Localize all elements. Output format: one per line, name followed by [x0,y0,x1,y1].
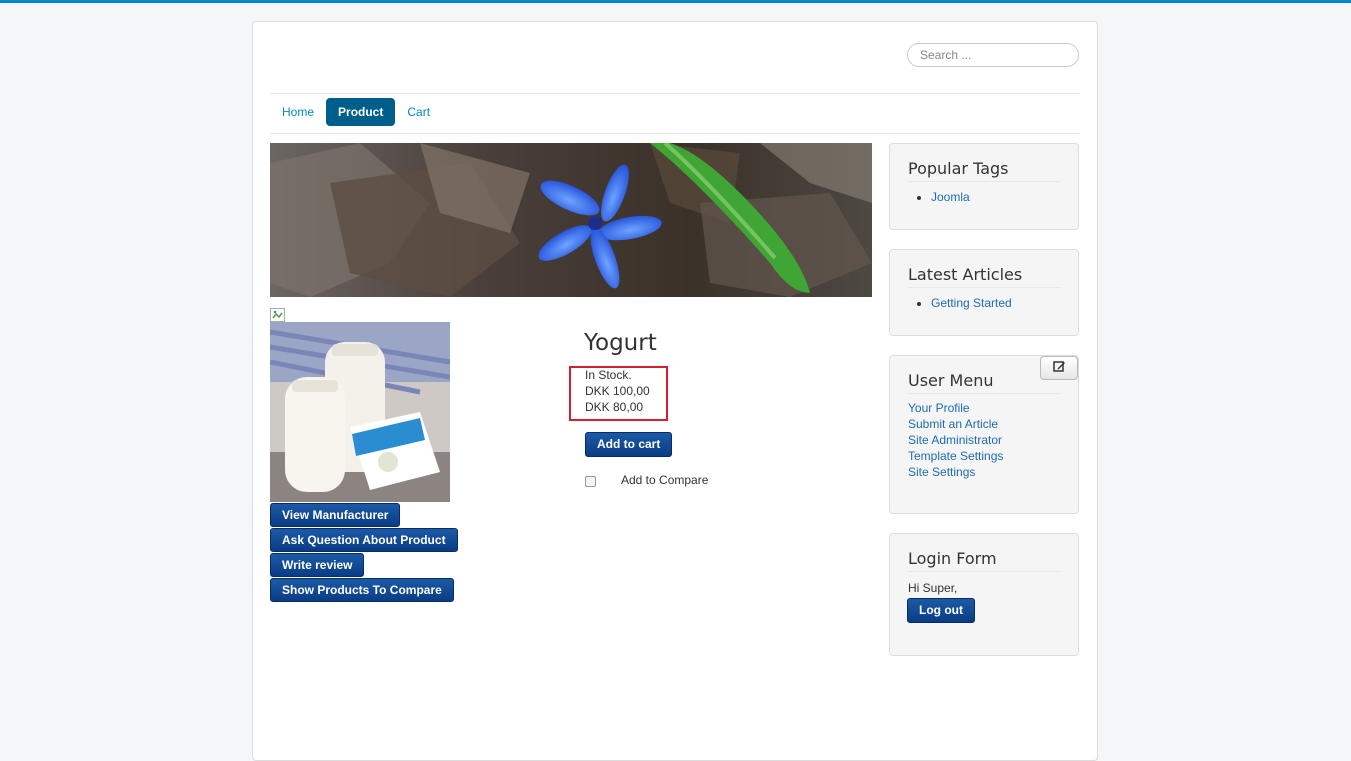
nav-divider [270,133,1080,134]
ask-question-button[interactable]: Ask Question About Product [270,528,458,552]
module-title: Login Form [908,549,1061,572]
module-title: Popular Tags [908,159,1061,182]
greeting-text: Hi Super, [908,581,958,595]
broken-image-icon [270,308,285,322]
main-nav: Home Product Cart [270,98,442,126]
banner-image [270,143,872,297]
menu-site-settings[interactable]: Site Settings [908,465,975,479]
show-compare-button[interactable]: Show Products To Compare [270,578,454,602]
tag-link[interactable]: Joomla [931,190,970,204]
article-link[interactable]: Getting Started [931,296,1012,310]
write-review-button[interactable]: Write review [270,553,365,577]
view-manufacturer-button[interactable]: View Manufacturer [270,503,401,527]
nav-item-cart[interactable]: Cart [395,98,442,126]
nav-item-home[interactable]: Home [270,98,326,126]
module-title: Latest Articles [908,265,1061,288]
price-original: DKK 100,00 [585,384,650,398]
stock-status: In Stock. [585,368,632,382]
header-divider [270,93,1080,94]
compare-label: Add to Compare [621,473,709,487]
menu-submit-article[interactable]: Submit an Article [908,417,998,431]
page-container: Home Product Cart [252,21,1098,761]
logout-button[interactable]: Log out [907,598,975,623]
nav-item-product[interactable]: Product [326,98,396,126]
product-title: Yogurt [584,330,657,356]
add-to-cart-button[interactable]: Add to cart [585,432,673,457]
module-title: User Menu [908,371,1061,394]
product-image[interactable] [270,322,450,502]
compare-checkbox[interactable] [585,476,596,487]
menu-your-profile[interactable]: Your Profile [908,401,970,415]
popular-tags-module: Popular Tags Joomla [889,143,1079,230]
search-input[interactable] [907,43,1079,67]
menu-site-administrator[interactable]: Site Administrator [908,433,1002,447]
edit-module-button[interactable] [1040,356,1078,380]
price-sale: DKK 80,00 [585,400,644,414]
login-form-module: Login Form Hi Super, Log out [889,533,1079,656]
latest-articles-module: Latest Articles Getting Started [889,249,1079,336]
edit-icon [1052,360,1066,376]
menu-template-settings[interactable]: Template Settings [908,449,1003,463]
